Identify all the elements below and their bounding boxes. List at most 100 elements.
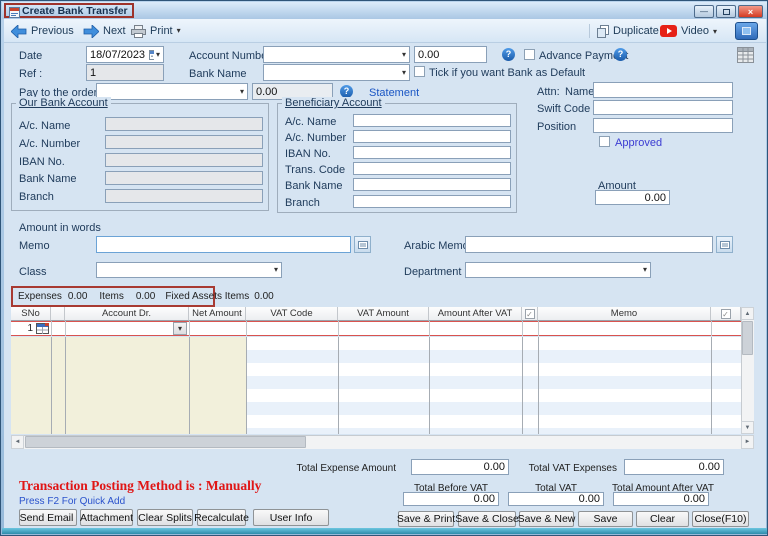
grid-header-select-all-1[interactable]: ✓ (522, 307, 538, 321)
date-input[interactable]: 18/07/2023 ▾ (86, 46, 164, 63)
grid-header-memo[interactable]: Memo (538, 307, 711, 321)
bank-default-checkbox[interactable] (414, 66, 425, 77)
grid-body-right[interactable] (246, 337, 741, 434)
video-button[interactable]: Video (658, 21, 711, 41)
ben-ac-name-input[interactable] (353, 114, 511, 127)
grid-header-select-all-2[interactable]: ✓ (711, 307, 741, 321)
ben-branch-input[interactable] (353, 195, 511, 208)
our-bank-name-input[interactable] (105, 171, 263, 185)
close-f10-button[interactable]: Close(F10) (692, 511, 749, 527)
print-dropdown-caret-icon[interactable]: ▾ (177, 27, 181, 35)
our-ac-number-input[interactable] (105, 135, 263, 149)
duplicate-button[interactable]: Duplicate (595, 21, 661, 41)
save-button[interactable]: Save (578, 511, 633, 527)
pay-to-dropdown[interactable]: ▾ (96, 83, 248, 100)
date-caret-icon[interactable]: ▾ (156, 50, 160, 59)
split-summary-bar: Expenses 0.00 Items 0.00 Fixed Assets It… (11, 286, 274, 307)
grid-header-account-dr[interactable]: Account Dr. (65, 307, 189, 321)
swift-code-input[interactable] (593, 100, 733, 115)
total-vat-expenses-field[interactable]: 0.00 (624, 459, 724, 475)
next-button[interactable]: Next (81, 21, 128, 41)
panel-toggle-button[interactable] (735, 22, 758, 40)
send-email-button[interactable]: Send Email (19, 509, 77, 526)
posting-method-text: Transaction Posting Method is : Manually (19, 478, 262, 493)
app-icon (9, 7, 20, 18)
maximize-button[interactable] (716, 5, 736, 18)
vscroll-up-button[interactable]: ▲ (741, 307, 754, 320)
next-label: Next (103, 25, 126, 37)
video-dropdown-caret-icon[interactable]: ▾ (713, 28, 717, 36)
clear-button[interactable]: Clear (636, 511, 689, 527)
row1-account-dr-dropdown[interactable]: ▾ (173, 322, 187, 335)
clear-splits-button[interactable]: Clear Splits (137, 509, 193, 526)
position-input[interactable] (593, 118, 733, 133)
advance-payment-checkbox[interactable] (524, 49, 535, 60)
previous-button[interactable]: Previous (9, 21, 76, 41)
close-button[interactable]: × (738, 5, 763, 18)
our-ac-name-input[interactable] (105, 117, 263, 131)
grid-header-vat-amount[interactable]: VAT Amount (338, 307, 429, 321)
recalculate-button[interactable]: Recalculate (194, 509, 249, 526)
grid-header-amount-after-vat[interactable]: Amount After VAT (429, 307, 522, 321)
total-amount-after-vat-field[interactable]: 0.00 (613, 492, 709, 506)
vscroll-down-button[interactable]: ▼ (741, 421, 754, 434)
hscroll-left-button[interactable]: ◄ (11, 435, 24, 449)
account-amount-value: 0.00 (418, 48, 440, 61)
save-print-button[interactable]: Save & Print (397, 511, 455, 527)
ref-input[interactable]: 1 (86, 64, 164, 81)
ben-ac-number-input[interactable] (353, 130, 511, 143)
calculator-grid-icon[interactable] (737, 47, 754, 63)
save-new-button[interactable]: Save & New (518, 511, 575, 527)
attn-name-input[interactable] (593, 82, 733, 98)
our-branch-input[interactable] (105, 189, 263, 203)
vscroll-thumb[interactable] (742, 321, 753, 355)
bank-name-dropdown[interactable]: ▾ (263, 64, 410, 81)
grid-body-left[interactable] (11, 337, 246, 434)
ben-iban-label: IBAN No. (285, 148, 331, 160)
ben-bank-name-label: Bank Name (285, 180, 343, 192)
ref-value: 1 (90, 66, 97, 79)
duplicate-label: Duplicate (613, 25, 659, 37)
grid-header-vat-code[interactable]: VAT Code (246, 307, 338, 321)
arabic-memo-input[interactable] (465, 236, 713, 253)
department-dropdown[interactable]: ▾ (465, 262, 651, 278)
total-vat-field[interactable]: 0.00 (508, 492, 604, 506)
memo-template-button[interactable] (354, 236, 371, 253)
advance-payment-info-icon[interactable]: ? (614, 48, 627, 61)
items-label: Items (99, 291, 124, 302)
header-checkbox-icon-1[interactable]: ✓ (524, 308, 535, 319)
toolbar-divider (589, 24, 590, 38)
amount-field[interactable]: 0.00 (595, 190, 670, 205)
grid-header-sno[interactable]: SNo (11, 307, 51, 321)
hscroll-thumb[interactable] (25, 436, 306, 448)
attachment-button[interactable]: Attachment (80, 509, 133, 526)
memo-input[interactable] (96, 236, 351, 253)
beneficiary-account-title: Beneficiary Account (282, 97, 385, 109)
save-close-button[interactable]: Save & Close (455, 511, 519, 527)
total-before-vat-field[interactable]: 0.00 (403, 492, 499, 506)
ben-bank-name-input[interactable] (353, 178, 511, 191)
account-amount-info-icon[interactable]: ? (502, 48, 515, 61)
row1-record-icon[interactable] (36, 323, 49, 334)
hscroll-right-button[interactable]: ► (741, 435, 754, 449)
account-amount-field[interactable]: 0.00 (414, 46, 487, 63)
user-info-button[interactable]: User Info (253, 509, 329, 526)
class-dropdown[interactable]: ▾ (96, 262, 282, 278)
ben-trans-code-input[interactable] (353, 162, 511, 175)
print-button[interactable]: Print ▾ (129, 21, 183, 41)
grid-row-1[interactable] (11, 321, 741, 336)
header-checkbox-icon-2[interactable]: ✓ (720, 308, 731, 319)
minimize-button[interactable]: — (694, 5, 714, 18)
grid-header-net-amount[interactable]: Net Amount (189, 307, 246, 321)
row1-sno: 1 (27, 323, 33, 334)
quick-add-hint: Press F2 For Quick Add (19, 496, 126, 507)
ben-iban-input[interactable] (353, 146, 511, 159)
expenses-value: 0.00 (67, 291, 88, 302)
total-expense-amount-field[interactable]: 0.00 (411, 459, 509, 475)
arabic-memo-template-button[interactable] (716, 236, 733, 253)
bank-name-label: Bank Name (189, 68, 247, 80)
our-iban-label: IBAN No. (19, 156, 65, 168)
our-iban-input[interactable] (105, 153, 263, 167)
account-number-cr-dropdown[interactable]: ▾ (263, 46, 410, 63)
approved-checkbox[interactable] (599, 136, 610, 147)
